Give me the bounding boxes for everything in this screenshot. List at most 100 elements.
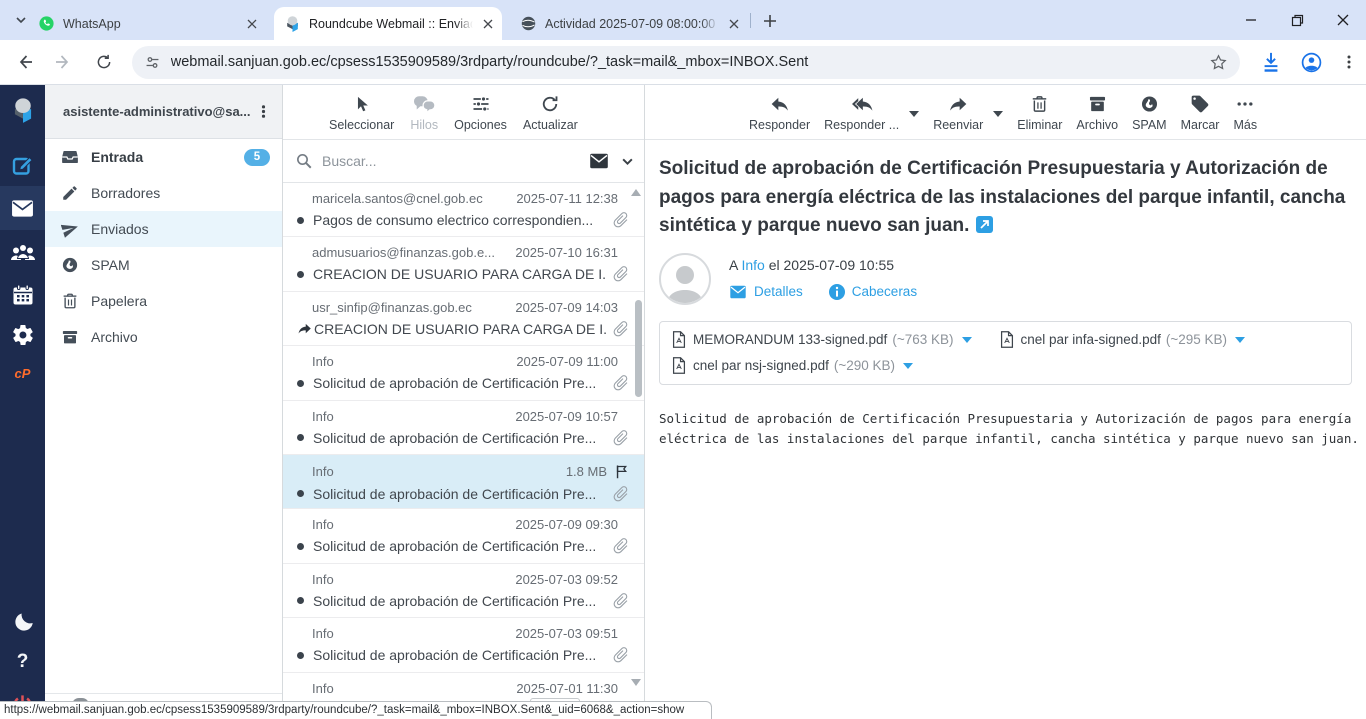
tab-actividad[interactable]: Actividad 2025-07-09 08:00:00 xyxy=(510,7,748,40)
message-row[interactable]: usr_sinfip@finanzas.gob.ec2025-07-09 14:… xyxy=(283,292,644,346)
message-subject: Solicitud de aprobación de Certificación… xyxy=(313,647,606,663)
kebab-menu-icon xyxy=(1341,54,1357,70)
message-subject: Solicitud de aprobación de Certificación… xyxy=(313,486,606,502)
recipient-link[interactable]: Info xyxy=(741,257,764,273)
back-button[interactable] xyxy=(8,46,40,78)
message-row[interactable]: Info2025-07-09 10:57 Solicitud de aproba… xyxy=(283,401,644,455)
refresh-button[interactable]: Actualizar xyxy=(523,93,578,132)
open-in-new-window-icon[interactable] xyxy=(976,216,993,233)
attachment-menu-caret[interactable] xyxy=(962,337,972,343)
threads-button[interactable]: Hilos xyxy=(410,93,438,132)
site-settings-icon xyxy=(144,54,161,71)
compose-button[interactable] xyxy=(0,151,45,181)
message-subject: Solicitud de aprobación de Certificación… xyxy=(313,430,606,446)
options-button[interactable]: Opciones xyxy=(454,93,507,132)
attachment-item[interactable]: MEMORANDUM 133-signed.pdf (~763 KB) xyxy=(672,331,972,348)
attachment-menu-caret[interactable] xyxy=(903,363,913,369)
folder-papelera[interactable]: Papelera xyxy=(45,283,282,319)
unread-dot-icon xyxy=(297,490,304,497)
rail-help-button[interactable]: ? xyxy=(0,647,45,677)
search-input[interactable] xyxy=(322,153,589,169)
tab-roundcube[interactable]: Roundcube Webmail :: Enviados xyxy=(274,7,502,40)
delete-button[interactable]: Eliminar xyxy=(1017,93,1062,132)
trash-icon xyxy=(1030,94,1049,114)
more-button[interactable]: Más xyxy=(1233,93,1257,132)
tab-close-icon[interactable] xyxy=(479,15,496,32)
attachment-item[interactable]: cnel par infa-signed.pdf (~295 KB) xyxy=(1000,331,1246,348)
attachment-menu-caret[interactable] xyxy=(1235,337,1245,343)
folder-archivo[interactable]: Archivo xyxy=(45,319,282,355)
attachment-size: (~763 KB) xyxy=(892,332,953,347)
browser-menu-button[interactable] xyxy=(1332,45,1366,79)
mark-button[interactable]: Marcar xyxy=(1181,93,1220,132)
message-row[interactable]: Info2025-07-01 11:30 xyxy=(283,673,644,694)
folder-borradores[interactable]: Borradores xyxy=(45,175,282,211)
reload-button[interactable] xyxy=(88,46,120,78)
reply-all-dropdown-caret[interactable] xyxy=(909,111,919,117)
url-input[interactable] xyxy=(171,54,1210,70)
tab-whatsapp[interactable]: WhatsApp xyxy=(28,7,266,40)
reply-button[interactable]: Responder xyxy=(749,93,810,132)
forward-dropdown-caret[interactable] xyxy=(993,111,1003,117)
folder-entrada[interactable]: Entrada 5 xyxy=(45,139,282,175)
forward-button[interactable] xyxy=(48,46,80,78)
forward-icon xyxy=(55,53,73,71)
message-date: 2025-07-03 09:51 xyxy=(515,626,618,641)
forward-icon xyxy=(947,94,969,114)
message-row[interactable]: Info2025-07-09 09:30 Solicitud de aproba… xyxy=(283,509,644,563)
new-tab-button[interactable] xyxy=(758,9,782,33)
body-line: Solicitud de aprobación de Certificación… xyxy=(659,409,1352,429)
rail-darkmode-button[interactable] xyxy=(0,606,45,638)
roundcube-logo xyxy=(0,93,45,127)
profile-button[interactable] xyxy=(1294,45,1328,79)
restore-button[interactable] xyxy=(1274,0,1320,40)
downloads-button[interactable] xyxy=(1254,45,1288,79)
address-bar[interactable] xyxy=(132,46,1241,79)
tab-title: Roundcube Webmail :: Enviados xyxy=(309,17,473,31)
reply-all-button[interactable]: Responder ... xyxy=(824,93,899,132)
bookmark-star-icon[interactable] xyxy=(1209,53,1228,72)
forward-button[interactable]: Reenviar xyxy=(933,93,983,132)
scrollbar-up-arrow[interactable] xyxy=(631,189,641,196)
search-scope-mail-icon[interactable] xyxy=(589,153,609,169)
date-line: el 2025-07-09 10:55 xyxy=(769,257,894,273)
back-icon xyxy=(15,53,33,71)
message-row[interactable]: admusuarios@finanzas.gob.e...2025-07-10 … xyxy=(283,237,644,291)
message-row[interactable]: Info2025-07-03 09:51 Solicitud de aproba… xyxy=(283,618,644,672)
minimize-button[interactable] xyxy=(1228,0,1274,40)
message-row-selected[interactable]: Info1.8 MB Solicitud de aprobación de Ce… xyxy=(283,455,644,509)
folder-spam[interactable]: SPAM xyxy=(45,247,282,283)
mail-icon xyxy=(11,199,34,218)
rail-settings-button[interactable] xyxy=(0,319,45,351)
headers-button[interactable]: Cabeceras xyxy=(829,284,917,300)
scrollbar-down-arrow[interactable] xyxy=(631,679,641,686)
search-options-chevron-icon[interactable] xyxy=(621,155,634,168)
rail-mail-button[interactable] xyxy=(0,186,45,230)
tab-close-icon[interactable] xyxy=(243,15,260,32)
close-window-button[interactable] xyxy=(1320,0,1366,40)
rail-calendar-button[interactable] xyxy=(0,280,45,310)
message-row[interactable]: maricela.santos@cnel.gob.ec2025-07-11 12… xyxy=(283,183,644,237)
tab-close-icon[interactable] xyxy=(725,15,742,32)
threads-label: Hilos xyxy=(410,118,438,132)
details-button[interactable]: Detalles xyxy=(729,284,803,299)
attachment-clip-icon xyxy=(612,265,630,283)
close-icon xyxy=(1337,14,1349,26)
window-controls xyxy=(1228,0,1366,40)
roundcube-icon xyxy=(284,15,301,32)
rail-cpanel-button[interactable]: cP xyxy=(0,361,45,385)
flag-icon[interactable] xyxy=(614,463,631,480)
message-sender: usr_sinfip@finanzas.gob.ec xyxy=(312,300,507,315)
restore-icon xyxy=(1291,14,1304,27)
message-row[interactable]: Info2025-07-09 11:00 Solicitud de aproba… xyxy=(283,346,644,400)
folder-enviados[interactable]: Enviados xyxy=(45,211,282,247)
archive-button[interactable]: Archivo xyxy=(1076,93,1118,132)
account-menu-button[interactable] xyxy=(252,101,274,123)
select-button[interactable]: Seleccionar xyxy=(329,93,394,132)
rail-contacts-button[interactable] xyxy=(0,238,45,268)
message-row[interactable]: Info2025-07-03 09:52 Solicitud de aproba… xyxy=(283,564,644,618)
attachment-item[interactable]: cnel par nsj-signed.pdf (~290 KB) xyxy=(672,357,1339,374)
spam-button[interactable]: SPAM xyxy=(1132,93,1167,132)
tab-strip: WhatsApp Roundcube Webmail :: Enviados A… xyxy=(0,0,1366,40)
scrollbar-thumb[interactable] xyxy=(635,300,642,397)
